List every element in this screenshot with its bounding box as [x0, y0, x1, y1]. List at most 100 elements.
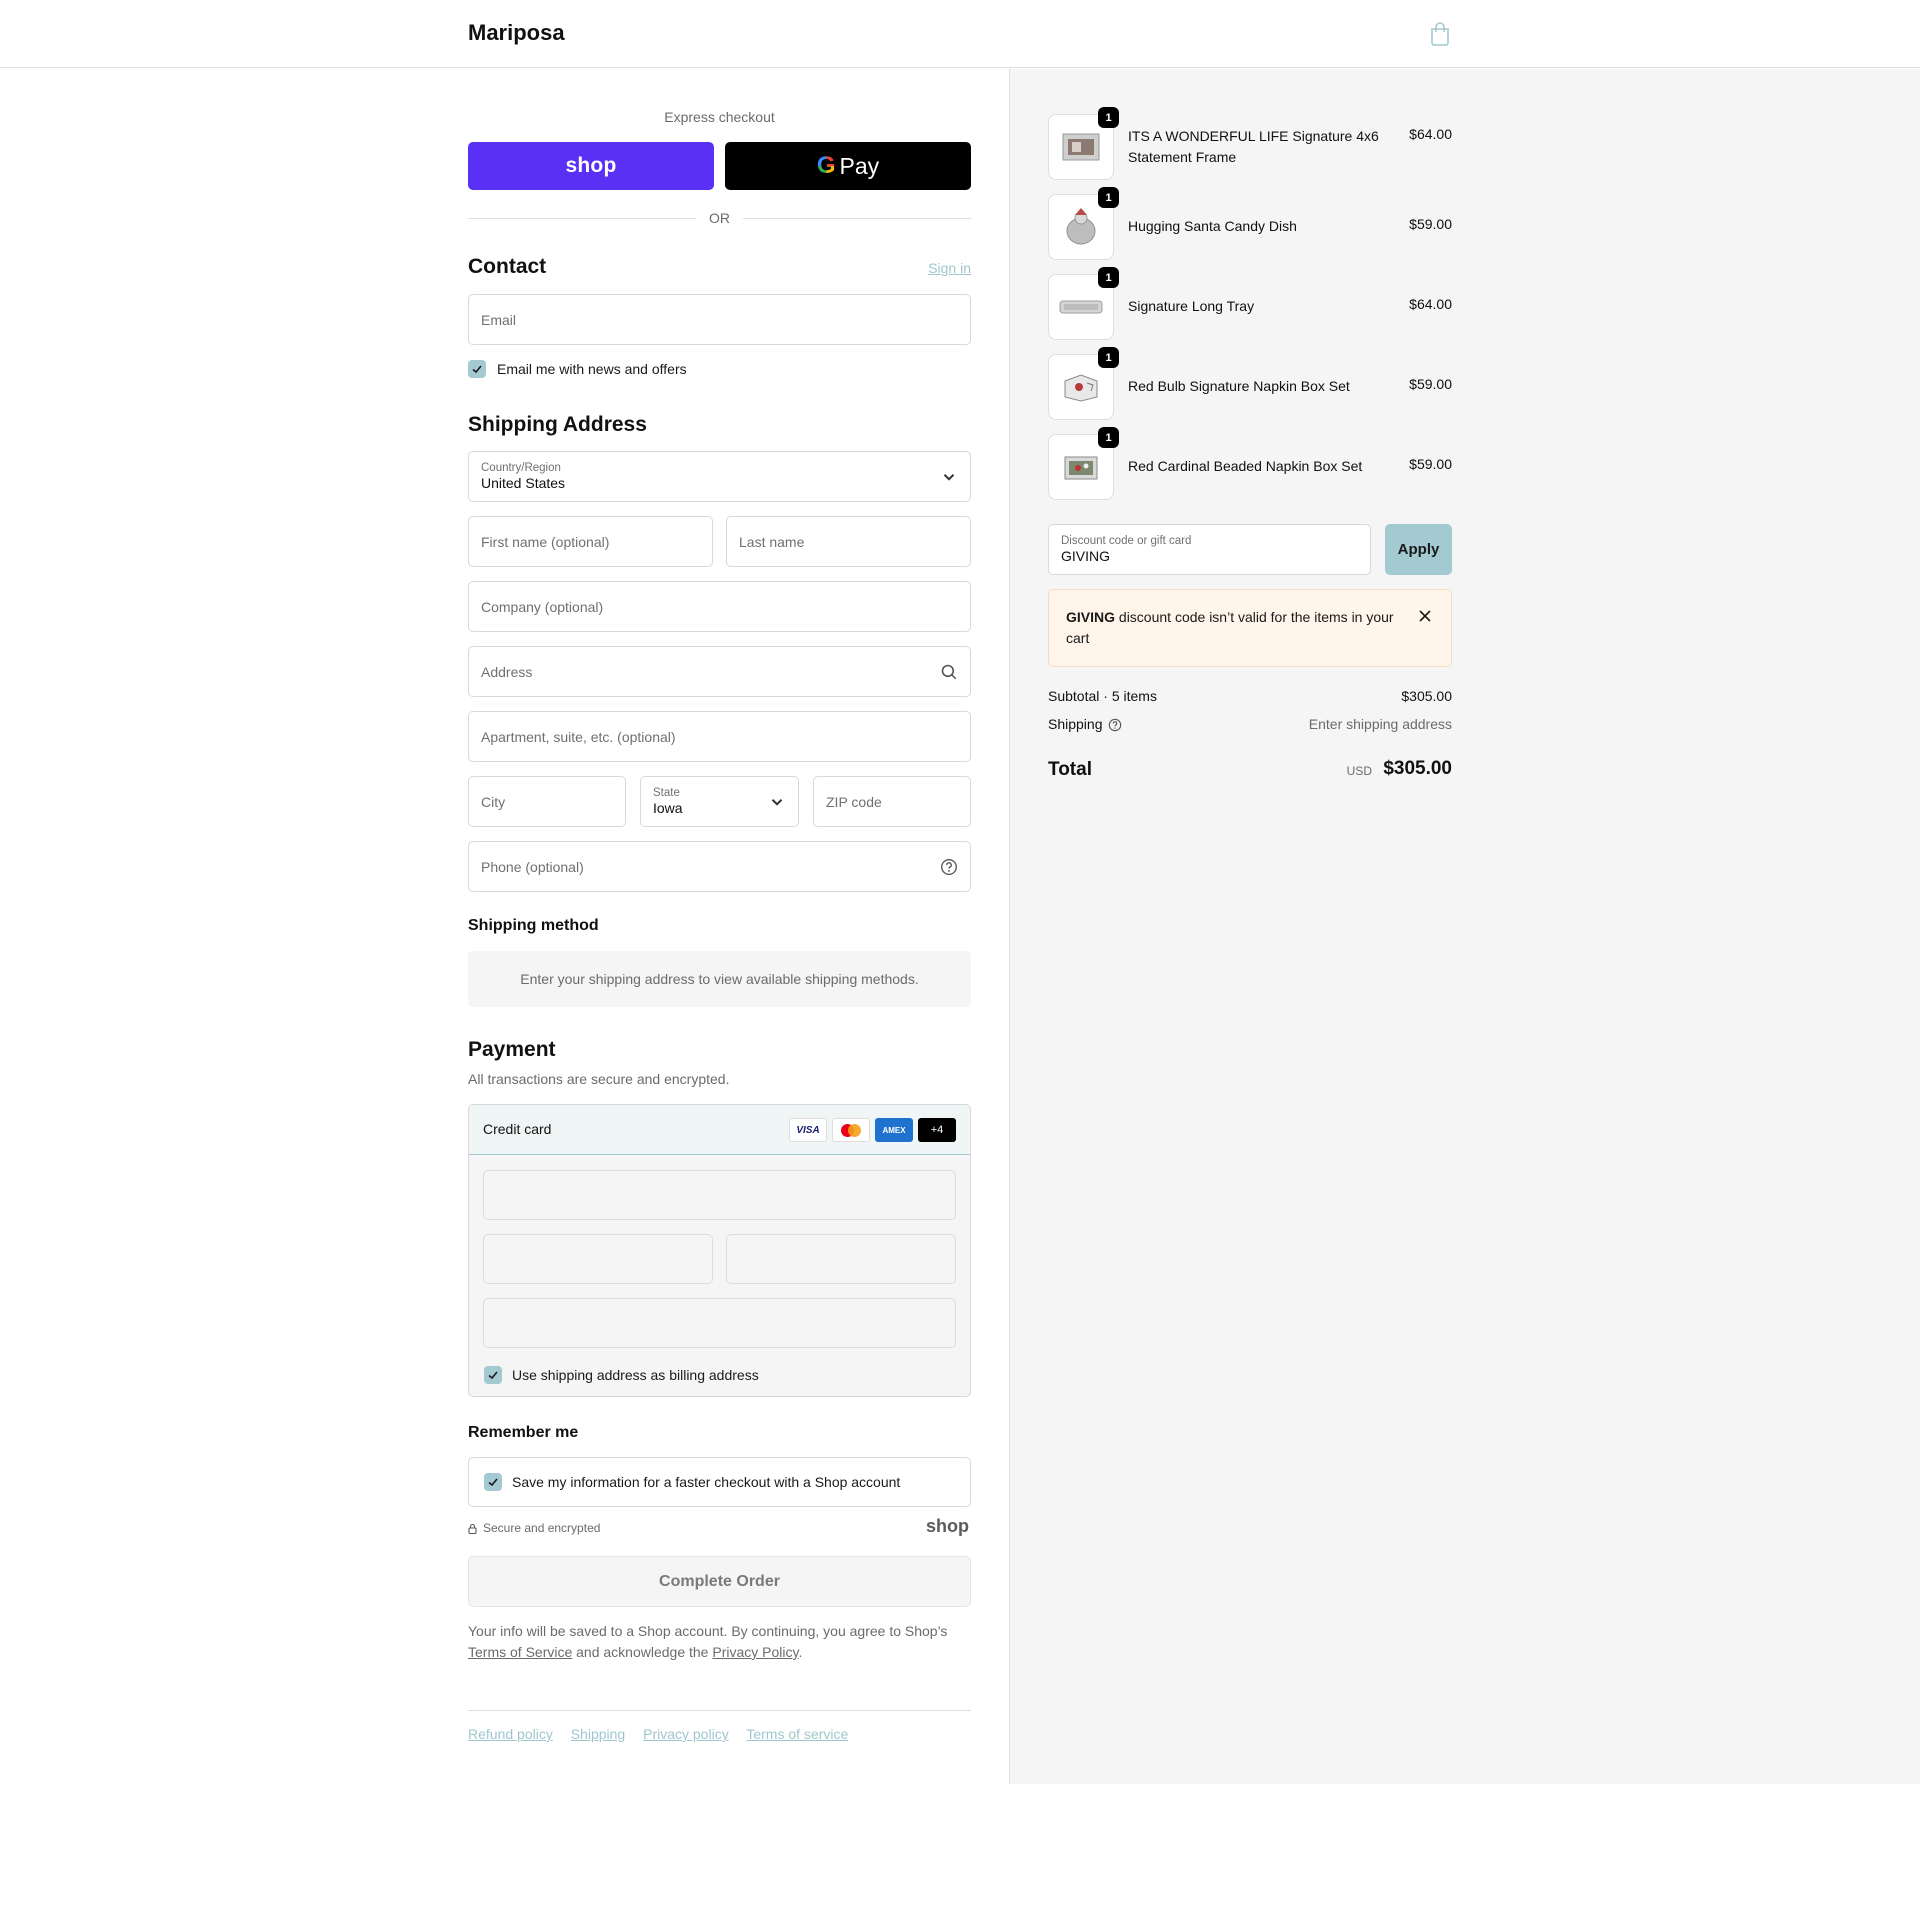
- line-item: 1 Red Bulb Signature Napkin Box Set $59.…: [1048, 347, 1452, 420]
- newsletter-checkbox[interactable]: [468, 360, 486, 378]
- quantity-badge: 1: [1098, 107, 1119, 128]
- shipping-policy-link[interactable]: Shipping: [571, 1726, 626, 1742]
- save-info-label: Save my information for a faster checkou…: [512, 1474, 901, 1490]
- product-price: $64.00: [1409, 296, 1452, 312]
- discount-code-field[interactable]: Discount code or gift card GIVING: [1048, 524, 1371, 575]
- phone-field[interactable]: Phone (optional): [468, 841, 971, 892]
- chevron-down-icon: [943, 474, 955, 481]
- privacy-policy-link[interactable]: Privacy Policy: [712, 1644, 798, 1660]
- zip-field[interactable]: ZIP code: [813, 776, 971, 827]
- country-select[interactable]: Country/Region United States: [468, 451, 971, 502]
- apartment-placeholder: Apartment, suite, etc. (optional): [481, 728, 676, 745]
- search-icon[interactable]: [940, 663, 958, 681]
- company-placeholder: Company (optional): [481, 598, 604, 615]
- address-placeholder: Address: [481, 663, 533, 680]
- google-pay-button[interactable]: G Pay: [725, 142, 971, 190]
- phone-placeholder: Phone (optional): [481, 858, 584, 875]
- email-placeholder: Email: [481, 311, 517, 328]
- shipping-label: Shipping: [1048, 716, 1103, 732]
- state-label: State: [653, 787, 680, 799]
- payment-heading: Payment: [468, 1038, 556, 1061]
- help-circle-icon[interactable]: [1108, 718, 1122, 732]
- check-icon: [488, 1371, 498, 1380]
- check-icon: [472, 365, 482, 374]
- billing-address-label: Use shipping address as billing address: [512, 1367, 759, 1383]
- product-price: $64.00: [1409, 126, 1452, 142]
- help-circle-icon[interactable]: [940, 858, 958, 876]
- check-icon: [488, 1478, 498, 1487]
- last-name-field[interactable]: Last name: [726, 516, 971, 567]
- currency-code: USD: [1346, 764, 1372, 778]
- address-field[interactable]: Address: [468, 646, 971, 697]
- shipping-value: Enter shipping address: [1308, 716, 1452, 732]
- save-info-checkbox[interactable]: [484, 1473, 502, 1491]
- last-name-placeholder: Last name: [739, 533, 805, 550]
- footer-links: Refund policy Shipping Privacy policy Te…: [468, 1726, 862, 1742]
- product-name: Signature Long Tray: [1128, 298, 1255, 314]
- state-select[interactable]: State Iowa: [640, 776, 799, 827]
- secure-label: Secure and encrypted: [483, 1521, 601, 1535]
- shop-pay-button[interactable]: shop: [468, 142, 714, 190]
- terms-of-service-footer-link[interactable]: Terms of service: [746, 1726, 848, 1742]
- product-name: Hugging Santa Candy Dish: [1128, 218, 1297, 234]
- shipping-row: Shipping Enter shipping address: [1048, 716, 1452, 732]
- contact-heading: Contact: [468, 255, 547, 278]
- credit-card-label: Credit card: [483, 1121, 552, 1137]
- name-on-card-field[interactable]: [483, 1298, 956, 1348]
- expiration-date-field[interactable]: [483, 1234, 713, 1284]
- express-checkout-title: Express checkout: [664, 109, 775, 125]
- newsletter-label: Email me with news and offers: [497, 361, 687, 377]
- credit-card-option[interactable]: Credit card VISA AMEX +4: [469, 1105, 970, 1155]
- line-item: 1 Red Cardinal Beaded Napkin Box Set $59…: [1048, 427, 1452, 500]
- shipping-method-heading: Shipping method: [468, 917, 599, 934]
- privacy-policy-footer-link[interactable]: Privacy policy: [643, 1726, 729, 1742]
- product-name: Red Bulb Signature Napkin Box Set: [1128, 378, 1350, 394]
- complete-order-button[interactable]: Complete Order: [468, 1556, 971, 1607]
- product-name: Red Cardinal Beaded Napkin Box Set: [1128, 458, 1363, 474]
- sign-in-link[interactable]: Sign in: [928, 260, 971, 276]
- payment-subtitle: All transactions are secure and encrypte…: [468, 1071, 730, 1087]
- subtotal-row: Subtotal · 5 items $305.00: [1048, 688, 1452, 704]
- security-code-field[interactable]: [726, 1234, 956, 1284]
- state-value: Iowa: [653, 800, 683, 816]
- shop-logo: shop: [926, 1516, 969, 1536]
- line-item: 1 ITS A WONDERFUL LIFE Signature 4x6 Sta…: [1048, 107, 1452, 180]
- amex-icon: AMEX: [875, 1118, 913, 1142]
- shipping-method-info: Enter your shipping address to view avai…: [468, 951, 971, 1007]
- email-field[interactable]: Email: [468, 294, 971, 345]
- secure-row: Secure and encrypted shop: [468, 1516, 971, 1539]
- total-row: Total USD $305.00: [1048, 756, 1452, 786]
- first-name-field[interactable]: First name (optional): [468, 516, 713, 567]
- remember-me-heading: Remember me: [468, 1424, 579, 1441]
- apply-discount-button[interactable]: Apply: [1385, 524, 1452, 575]
- quantity-badge: 1: [1098, 427, 1119, 448]
- brand-logo[interactable]: Mariposa: [468, 20, 565, 46]
- footer-divider: [468, 1710, 971, 1711]
- discount-error-notice: GIVING discount code isn’t valid for the…: [1048, 589, 1452, 667]
- discount-error-code: GIVING: [1066, 609, 1116, 625]
- card-number-field[interactable]: [483, 1170, 956, 1220]
- close-icon[interactable]: [1417, 608, 1433, 624]
- remember-me-box: Save my information for a faster checkou…: [468, 1457, 971, 1507]
- country-label: Country/Region: [481, 462, 561, 474]
- first-name-placeholder: First name (optional): [481, 533, 610, 550]
- shipping-address-heading: Shipping Address: [468, 413, 647, 436]
- line-item: 1 Signature Long Tray $64.00: [1048, 267, 1452, 340]
- product-name: ITS A WONDERFUL LIFE Signature 4x6 State…: [1128, 128, 1379, 165]
- line-item: 1 Hugging Santa Candy Dish $59.00: [1048, 187, 1452, 260]
- terms-of-service-link[interactable]: Terms of Service: [468, 1644, 572, 1660]
- discount-value: GIVING: [1061, 548, 1111, 564]
- shopping-bag-icon[interactable]: [1429, 22, 1451, 46]
- header: Mariposa: [0, 0, 1920, 68]
- apartment-field[interactable]: Apartment, suite, etc. (optional): [468, 711, 971, 762]
- billing-address-checkbox[interactable]: [484, 1366, 502, 1384]
- credit-card-panel: Credit card VISA AMEX +4 Use shipping ad…: [468, 1104, 971, 1397]
- refund-policy-link[interactable]: Refund policy: [468, 1726, 553, 1742]
- google-g-icon: G: [816, 152, 836, 179]
- company-field[interactable]: Company (optional): [468, 581, 971, 632]
- subtotal-value: $305.00: [1401, 688, 1452, 704]
- google-pay-label: Pay: [839, 152, 880, 179]
- city-field[interactable]: City: [468, 776, 626, 827]
- shop-pay-logo: shop: [565, 154, 617, 177]
- product-price: $59.00: [1409, 376, 1452, 392]
